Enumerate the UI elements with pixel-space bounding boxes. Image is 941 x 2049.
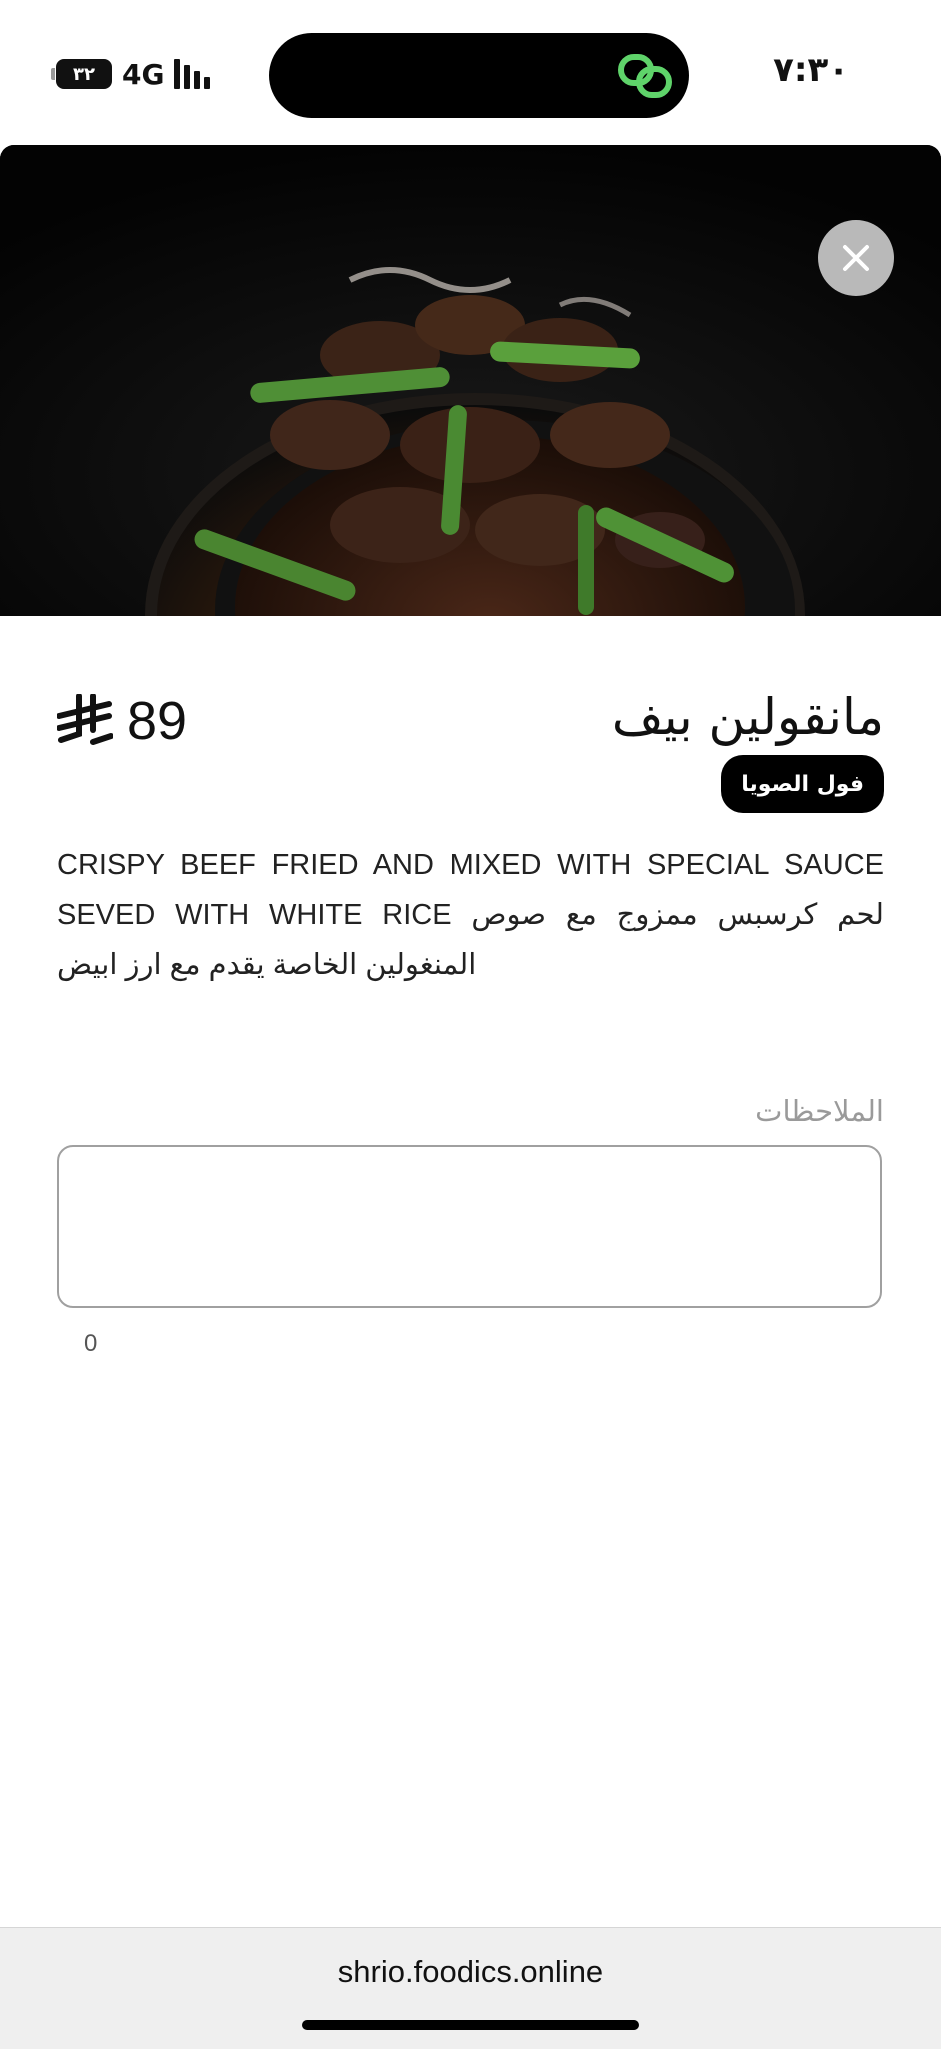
riyal-symbol-icon [57, 694, 113, 745]
status-time: ٧:٣٠ [773, 50, 849, 90]
home-indicator[interactable] [302, 2020, 639, 2030]
notes-input[interactable] [57, 1145, 882, 1308]
allergen-tag: فول الصويا [721, 755, 884, 813]
browser-url-bar[interactable]: shrio.foodics.online [0, 1927, 941, 2049]
battery-indicator: ٣٢ [51, 59, 112, 89]
beef-dish-illustration [0, 145, 941, 616]
status-indicators: ٣٢ 4G [51, 56, 211, 92]
item-title: مانقولين بيف [611, 688, 884, 746]
status-bar: ٣٢ 4G ٧:٣٠ [0, 0, 941, 145]
signal-icon [174, 59, 211, 89]
notes-label: الملاحظات [755, 1094, 884, 1128]
item-description: CRISPY BEEF FRIED AND MIXED WITH SPECIAL… [57, 849, 885, 981]
close-button[interactable] [818, 220, 894, 296]
notes-char-count: 0 [84, 1330, 98, 1357]
network-type: 4G [122, 57, 165, 91]
url-text[interactable]: shrio.foodics.online [0, 1954, 941, 1990]
battery-level: ٣٢ [73, 63, 95, 85]
item-price: 89 [57, 690, 187, 752]
close-icon [843, 245, 869, 271]
link-icon [618, 54, 672, 98]
dish-image [0, 145, 941, 616]
price-value: 89 [127, 691, 188, 751]
dynamic-island [269, 33, 689, 118]
